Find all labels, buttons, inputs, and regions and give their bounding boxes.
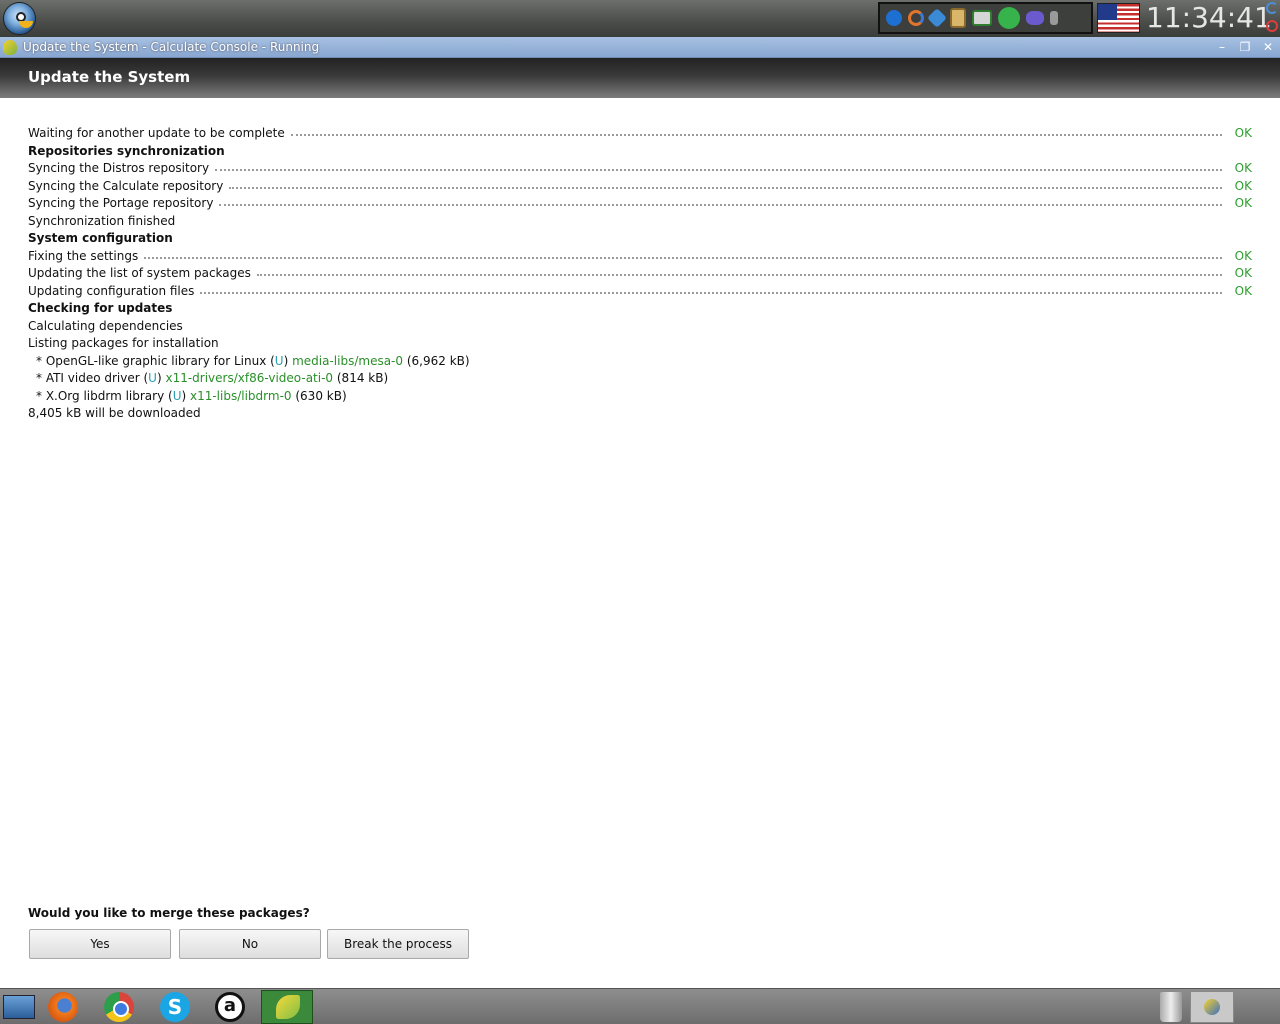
package-paren: ) — [181, 388, 190, 403]
download-icon[interactable] — [972, 10, 992, 26]
section-heading: Repositories synchronization — [28, 143, 225, 158]
trash-icon[interactable] — [1160, 992, 1182, 1022]
log-label: Syncing the Calculate repository — [28, 178, 224, 193]
leader-dots — [229, 178, 1222, 189]
merge-question: Would you like to merge these packages? — [28, 906, 310, 920]
cube-cluster-icon[interactable] — [1026, 11, 1044, 25]
status-ok: OK — [1234, 248, 1252, 263]
section-heading: System configuration — [28, 231, 173, 245]
log-label: Updating the list of system packages — [28, 266, 251, 280]
page-title: Update the System — [28, 68, 191, 86]
taskbar: S a — [0, 988, 1280, 1024]
log-line: Listing packages for installation — [28, 336, 219, 350]
package-size: (814 kB) — [333, 371, 389, 385]
yes-button[interactable]: Yes — [29, 929, 171, 959]
log-label: Waiting for another update to be complet… — [28, 126, 285, 140]
package-description: * X.Org libdrm library ( — [36, 388, 173, 403]
log-row: Fixing the settings OK — [28, 248, 1252, 266]
package-size: (6,962 kB) — [403, 353, 470, 368]
log-row: Syncing the Calculate repository OK — [28, 178, 1252, 196]
show-desktop-icon[interactable] — [3, 995, 35, 1019]
log-label: Syncing the Distros repository — [28, 161, 210, 175]
log-row: Waiting for another update to be complet… — [28, 125, 1252, 143]
update-log: Waiting for another update to be complet… — [28, 125, 1252, 423]
log-label: Fixing the settings — [28, 248, 139, 263]
package-atom: x11-drivers/xf86-video-ati-0 — [165, 371, 334, 385]
log-row: Updating configuration files OK — [28, 283, 1252, 301]
log-label: Updating configuration files — [28, 283, 195, 298]
keyboard-layout-flag-icon[interactable] — [1097, 3, 1140, 33]
no-button[interactable]: No — [179, 929, 321, 959]
status-ok: OK — [1234, 196, 1252, 210]
window-title-bar[interactable]: Update the System - Calculate Console - … — [0, 37, 1280, 58]
log-line: Calculating dependencies — [28, 318, 183, 333]
start-menu-beak — [19, 21, 33, 28]
log-row: Updating the list of system packages OK — [28, 265, 1252, 283]
teamviewer-icon[interactable] — [886, 10, 902, 26]
leader-dots — [256, 265, 1222, 276]
volume-icon[interactable] — [1050, 11, 1058, 25]
flag-canton — [1098, 4, 1117, 20]
log-label: Syncing the Portage repository — [28, 196, 214, 210]
calculate-app-icon — [3, 40, 17, 55]
clipboard-icon[interactable] — [950, 8, 966, 28]
power-icon[interactable] — [1266, 20, 1278, 32]
status-ok: OK — [1234, 178, 1252, 193]
firefox-icon[interactable] — [48, 992, 78, 1022]
package-flag: U — [148, 371, 157, 385]
leader-dots — [219, 195, 1222, 206]
close-button[interactable]: ✕ — [1260, 39, 1276, 55]
refresh-icon[interactable] — [1266, 2, 1278, 14]
log-row: Syncing the Distros repository OK — [28, 160, 1252, 178]
system-tray — [878, 2, 1093, 34]
log-row: Syncing the Portage repository OK — [28, 195, 1252, 213]
top-panel: 11:34:41 — [0, 0, 1280, 37]
package-size: (630 kB) — [291, 388, 347, 403]
chromium-icon[interactable] — [104, 992, 134, 1022]
network-diamond-icon[interactable] — [927, 8, 947, 28]
leader-dots — [215, 160, 1222, 171]
window-title: Update the System - Calculate Console - … — [23, 40, 320, 54]
status-ok: OK — [1234, 266, 1252, 280]
page-header: Update the System — [0, 58, 1280, 98]
package-item: * X.Org libdrm library (U) x11-libs/libd… — [28, 388, 1252, 406]
status-ok: OK — [1234, 126, 1252, 140]
leader-dots — [290, 125, 1222, 136]
package-item: * ATI video driver (U) x11-drivers/xf86-… — [28, 370, 1252, 388]
clock[interactable]: 11:34:41 — [1146, 1, 1272, 34]
minimize-button[interactable]: – — [1214, 39, 1230, 55]
running-window-task-icon[interactable] — [1190, 991, 1234, 1023]
calculate-console-task-icon[interactable] — [261, 990, 313, 1024]
checkmark-shield-icon[interactable] — [998, 7, 1020, 29]
package-flag: U — [274, 353, 284, 368]
restore-button[interactable]: ❐ — [1237, 39, 1253, 55]
status-ok: OK — [1234, 161, 1252, 175]
section-heading: Checking for updates — [28, 301, 173, 315]
amazon-icon[interactable]: a — [215, 992, 245, 1022]
leader-dots — [200, 283, 1222, 294]
package-item: * OpenGL-like graphic library for Linux … — [28, 353, 1252, 371]
package-paren: ) — [283, 353, 293, 368]
leader-dots — [144, 248, 1222, 259]
status-ok: OK — [1234, 283, 1252, 298]
skype-icon[interactable]: S — [160, 992, 190, 1022]
break-process-button[interactable]: Break the process — [327, 929, 469, 959]
package-description: * ATI video driver ( — [36, 371, 149, 385]
log-line: Synchronization finished — [28, 213, 176, 228]
package-atom: media-libs/mesa-0 — [292, 353, 404, 368]
start-menu-icon[interactable] — [3, 2, 36, 35]
package-description: * OpenGL-like graphic library for Linux … — [36, 353, 275, 368]
package-atom: x11-libs/libdrm-0 — [189, 388, 292, 403]
download-total: 8,405 kB will be downloaded — [28, 406, 201, 420]
sync-icon[interactable] — [908, 10, 924, 26]
